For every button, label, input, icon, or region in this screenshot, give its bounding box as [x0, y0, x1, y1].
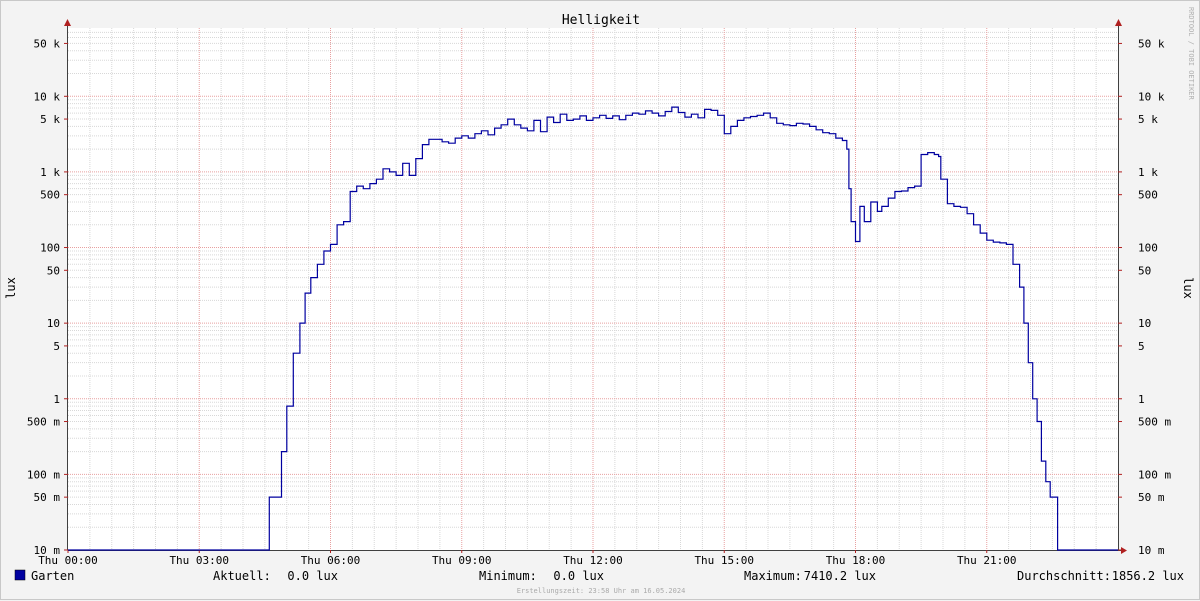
y-tick-label-left: 10: [47, 317, 60, 330]
x-tick-label: Thu 12:00: [563, 554, 623, 567]
y-tick-label-left: 50 k: [34, 37, 61, 50]
y-tick-label-left: 10 k: [34, 90, 61, 103]
y-axis-label-left: lux: [4, 277, 18, 299]
x-tick-label: Thu 15:00: [694, 554, 754, 567]
y-tick-label-right: 100: [1138, 242, 1158, 255]
y-tick-label-right: 50 k: [1138, 37, 1165, 50]
y-tick-label-right: 10: [1138, 317, 1151, 330]
legend-aktuell-value: 0.0 lux: [287, 569, 338, 583]
x-tick-label: Thu 06:00: [301, 554, 361, 567]
brightness-chart: 10 m 10 m50 m 50 m100 m 100 m500 m 500 m1 15 5…: [4, 7, 1195, 595]
y-tick-label-right: 50: [1138, 264, 1151, 277]
legend-minimum-label: Minimum:: [479, 569, 537, 583]
legend-maximum-label: Maximum:: [744, 569, 802, 583]
y-tick-label-right: 10 k: [1138, 90, 1165, 103]
y-tick-label-left: 1: [53, 393, 60, 406]
y-tick-label-right: 100 m: [1138, 468, 1171, 481]
y-tick-label-left: 50 m: [34, 491, 61, 504]
chart-title: Helligkeit: [562, 13, 640, 28]
x-tick-label: Thu 03:00: [169, 554, 229, 567]
rrdtool-watermark: RRDTOOL / TOBI OETIKER: [1187, 7, 1195, 101]
legend-aktuell-label: Aktuell:: [213, 569, 271, 583]
footer-timestamp: Erstellungszeit: 23:58 Uhr am 16.05.2024: [517, 587, 686, 595]
y-tick-label-left: 100: [40, 242, 60, 255]
y-axis-arrow-right: [1115, 19, 1122, 26]
y-tick-label-right: 5 k: [1138, 113, 1158, 126]
legend-series-label: Garten: [31, 569, 74, 583]
y-tick-label-right: 500: [1138, 189, 1158, 202]
x-tick-label: Thu 00:00: [38, 554, 98, 567]
y-tick-label-right: 10 m: [1138, 544, 1165, 557]
legend-swatch-garten: [14, 569, 26, 581]
y-tick-label-left: 5: [53, 340, 60, 353]
y-tick-label-right: 1 k: [1138, 166, 1158, 179]
y-tick-label-right: 5: [1138, 340, 1145, 353]
chart-container: 10 m 10 m 50 m 50 m 100 m 100 m 500 m 500 m1155…: [0, 0, 1200, 600]
legend-maximum-value: 7410.2 lux: [804, 569, 876, 583]
legend-durchschnitt-value: 1856.2 lux: [1112, 569, 1184, 583]
grid: [68, 28, 1118, 550]
y-tick-label-left: 100 m: [27, 468, 60, 481]
x-tick-label: Thu 21:00: [957, 554, 1017, 567]
y-axis-label-right: lux: [1181, 277, 1195, 299]
y-tick-label-left: 500 m: [27, 416, 60, 429]
y-axis-arrow-left: [64, 19, 71, 26]
y-tick-label-right: 50 m: [1138, 491, 1165, 504]
y-tick-label-left: 50: [47, 264, 60, 277]
legend-minimum-value: 0.0 lux: [553, 569, 604, 583]
x-tick-label: Thu 09:00: [432, 554, 492, 567]
y-tick-label-right: 500 m: [1138, 416, 1171, 429]
y-tick-label-left: 5 k: [40, 113, 60, 126]
y-tick-label-right: 1: [1138, 393, 1145, 406]
legend-durchschnitt-label: Durchschnitt:: [1017, 569, 1111, 583]
y-tick-label-left: 500: [40, 189, 60, 202]
y-tick-label-left: 1 k: [40, 166, 60, 179]
x-tick-label: Thu 18:00: [826, 554, 886, 567]
